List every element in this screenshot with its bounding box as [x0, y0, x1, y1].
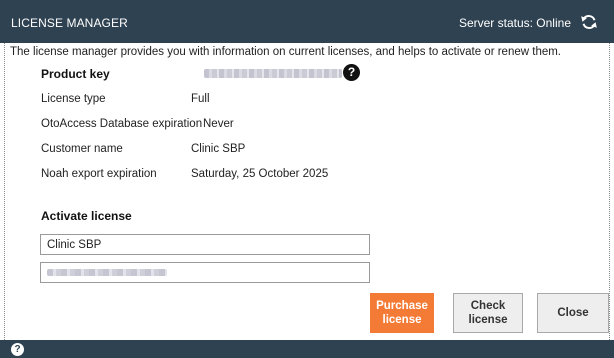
customer-name-value: Clinic SBP — [191, 143, 246, 155]
product-key-label: Product key — [41, 67, 110, 81]
intro-text: The license manager provides you with in… — [10, 46, 562, 58]
title-bar: LICENSE MANAGER Server status: Online — [0, 0, 614, 43]
footer-bar: ? — [0, 340, 614, 358]
noah-export-expiration-label: Noah export expiration — [41, 168, 157, 180]
customer-name-input[interactable] — [40, 234, 370, 255]
help-icon[interactable]: ? — [11, 343, 24, 356]
check-license-button[interactable]: Check license — [453, 293, 523, 333]
license-key-input[interactable] — [40, 262, 370, 283]
server-status: Server status: Online — [458, 16, 571, 30]
otoaccess-expiration-value: Never — [203, 118, 234, 130]
close-button[interactable]: Close — [537, 293, 609, 333]
activate-license-title: Activate license — [41, 209, 132, 223]
noah-export-expiration-value: Saturday, 25 October 2025 — [191, 168, 329, 180]
window-title: LICENSE MANAGER — [11, 16, 128, 30]
license-type-value: Full — [191, 93, 210, 105]
otoaccess-expiration-label: OtoAccess Database expiration — [41, 118, 203, 130]
product-key-value — [204, 69, 342, 78]
question-icon[interactable]: ? — [343, 64, 360, 81]
customer-name-label: Customer name — [41, 143, 123, 155]
purchase-license-button[interactable]: Purchase license — [370, 293, 434, 333]
license-type-label: License type — [41, 93, 106, 105]
refresh-icon[interactable] — [580, 13, 598, 31]
